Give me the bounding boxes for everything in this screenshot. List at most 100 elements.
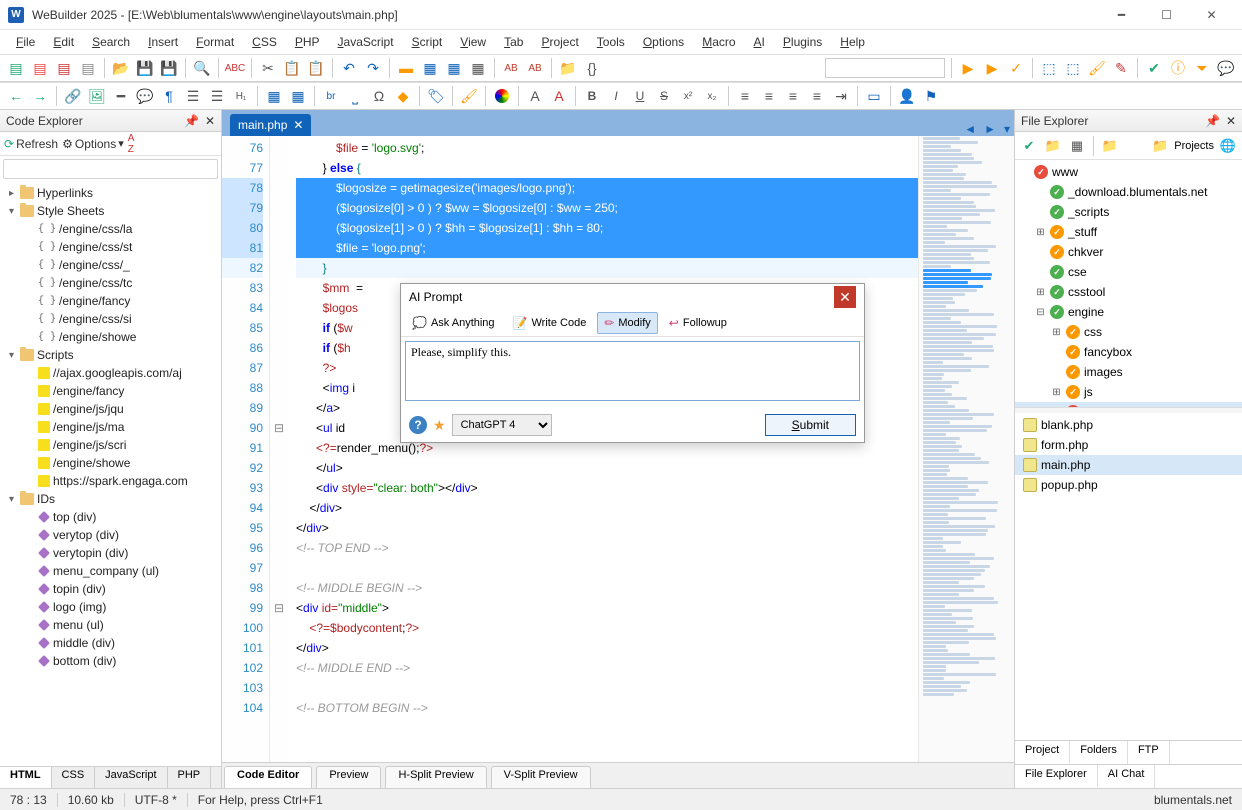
tree-node[interactable]: { }/engine/showe <box>0 328 221 346</box>
file2-icon[interactable]: ▤ <box>54 58 74 78</box>
file-tree-node[interactable]: ⊞✓_stuff <box>1015 222 1242 242</box>
file3-icon[interactable]: ▤ <box>78 58 98 78</box>
hr-icon[interactable]: ━ <box>111 86 131 106</box>
br-icon[interactable]: br <box>321 86 341 106</box>
toolbar-search[interactable] <box>825 58 945 78</box>
options-button[interactable]: ⚙ Options ▾ <box>62 137 124 151</box>
tab-prev-icon[interactable]: ◄ <box>964 122 976 136</box>
tree-node[interactable]: { }/engine/css/la <box>0 220 221 238</box>
list2-icon[interactable]: ☰ <box>207 86 227 106</box>
ai-mode-modify[interactable]: ✏ Modify <box>597 312 657 334</box>
underline-icon[interactable]: U <box>630 86 650 106</box>
folder2-icon[interactable]: 📁 <box>558 58 578 78</box>
tree-node[interactable]: /engine/js/ma <box>0 418 221 436</box>
rt1-icon[interactable]: ✔ <box>1019 136 1039 156</box>
close-button[interactable]: ✕ <box>1189 0 1234 30</box>
minimize-button[interactable]: ━ <box>1099 0 1144 30</box>
tab-next-icon[interactable]: ► <box>984 122 996 136</box>
menu-insert[interactable]: Insert <box>140 33 186 51</box>
tree-node[interactable]: menu (ul) <box>0 616 221 634</box>
fwd-icon[interactable]: → <box>30 86 50 106</box>
btab-vsplit[interactable]: V-Split Preview <box>491 766 591 788</box>
copy-icon[interactable]: 📋 <box>282 58 302 78</box>
filter-icon[interactable]: ⏷ <box>1192 58 1212 78</box>
file-item[interactable]: main.php <box>1015 455 1242 475</box>
sub-icon[interactable]: x₂ <box>702 86 722 106</box>
menu-project[interactable]: Project <box>533 33 586 51</box>
t6-icon[interactable]: ▶ <box>982 58 1002 78</box>
rt4-icon[interactable]: 📁 <box>1100 136 1120 156</box>
menu-tools[interactable]: Tools <box>589 33 633 51</box>
tree-node[interactable]: ▸Hyperlinks <box>0 184 221 202</box>
menu-view[interactable]: View <box>452 33 494 51</box>
sup-icon[interactable]: x² <box>678 86 698 106</box>
tree-node[interactable]: menu_company (ul) <box>0 562 221 580</box>
file-tree-node[interactable]: ✓www <box>1015 162 1242 182</box>
file-tree-node[interactable]: ✓fancybox <box>1015 342 1242 362</box>
ai-mode-write-code[interactable]: 📝 Write Code <box>506 312 594 334</box>
file-tree-node[interactable]: ✓cse <box>1015 262 1242 282</box>
nbsp-icon[interactable]: ⎵ <box>345 86 365 106</box>
tool5-icon[interactable]: AB <box>525 58 545 78</box>
tree-node[interactable]: logo (img) <box>0 598 221 616</box>
tree-node[interactable]: ▾IDs <box>0 490 221 508</box>
ai-input[interactable] <box>405 341 860 401</box>
menu-css[interactable]: CSS <box>244 33 285 51</box>
saveall-icon[interactable]: 💾 <box>159 58 179 78</box>
menu-options[interactable]: Options <box>635 33 692 51</box>
rtab-explorer[interactable]: File Explorer <box>1015 765 1098 788</box>
undo-icon[interactable]: ↶ <box>339 58 359 78</box>
img-icon[interactable]: 🖼 <box>87 86 107 106</box>
edit-icon[interactable]: ✎ <box>1111 58 1131 78</box>
btab-preview[interactable]: Preview <box>316 766 381 788</box>
langtab-php[interactable]: PHP <box>168 767 212 788</box>
omega-icon[interactable]: Ω <box>369 86 389 106</box>
tree-node[interactable]: { }/engine/fancy <box>0 292 221 310</box>
highlight-icon[interactable]: ▬ <box>396 58 416 78</box>
tree-node[interactable]: { }/engine/css/tc <box>0 274 221 292</box>
ai-mode-followup[interactable]: ↩ Followup <box>662 312 734 334</box>
tree-node[interactable]: ▾Style Sheets <box>0 202 221 220</box>
rtab-aichat[interactable]: AI Chat <box>1098 765 1156 788</box>
rt3-icon[interactable]: ▦ <box>1067 136 1087 156</box>
tool4-icon[interactable]: AB <box>501 58 521 78</box>
refresh-button[interactable]: ⟳ Refresh <box>4 137 58 151</box>
file-tree-node[interactable]: ✓_scripts <box>1015 202 1242 222</box>
rtab-project[interactable]: Project <box>1015 741 1070 764</box>
menu-file[interactable]: File <box>8 33 43 51</box>
save-icon[interactable]: 💾 <box>135 58 155 78</box>
rtab-folders[interactable]: Folders <box>1070 741 1128 764</box>
file-item[interactable]: blank.php <box>1015 415 1242 435</box>
back-icon[interactable]: ← <box>6 86 26 106</box>
code-editor[interactable]: 7677787980818283848586878889909192939495… <box>222 136 1014 762</box>
file-tree-node[interactable]: ⊞✓js <box>1015 382 1242 402</box>
search-icon[interactable]: 🔍 <box>192 58 212 78</box>
btab-hsplit[interactable]: H-Split Preview <box>385 766 486 788</box>
tree-node[interactable]: bottom (div) <box>0 652 221 670</box>
pin2-icon[interactable]: 📌 <box>1205 114 1220 128</box>
tree-node[interactable]: /engine/js/scri <box>0 436 221 454</box>
align-c-icon[interactable]: ≡ <box>759 86 779 106</box>
t7-icon[interactable]: ✓ <box>1006 58 1026 78</box>
file-tree-node[interactable]: ⊞✓csstool <box>1015 282 1242 302</box>
brush-icon[interactable]: 🖌 <box>1087 58 1107 78</box>
rt2-icon[interactable]: 📁 <box>1043 136 1063 156</box>
t8-icon[interactable]: ⬚ <box>1039 58 1059 78</box>
braces-icon[interactable]: {} <box>582 58 602 78</box>
file-item[interactable]: popup.php <box>1015 475 1242 495</box>
menu-plugins[interactable]: Plugins <box>775 33 830 51</box>
info-icon[interactable]: ⓘ <box>1168 58 1188 78</box>
star-icon[interactable]: ★ <box>433 417 446 434</box>
menu-php[interactable]: PHP <box>287 33 328 51</box>
tool2-icon[interactable]: ▦ <box>444 58 464 78</box>
tree-node[interactable]: top (div) <box>0 508 221 526</box>
redo-icon[interactable]: ↷ <box>363 58 383 78</box>
tree-node[interactable]: ▾Scripts <box>0 346 221 364</box>
tree-node[interactable]: verytopin (div) <box>0 544 221 562</box>
menu-format[interactable]: Format <box>188 33 242 51</box>
strike-icon[interactable]: S <box>654 86 674 106</box>
ai-close-icon[interactable]: ✕ <box>834 286 856 308</box>
tree-node[interactable]: https://spark.engaga.com <box>0 472 221 490</box>
file-tree-node[interactable]: ⊞✓css <box>1015 322 1242 342</box>
langtab-html[interactable]: HTML <box>0 767 52 788</box>
